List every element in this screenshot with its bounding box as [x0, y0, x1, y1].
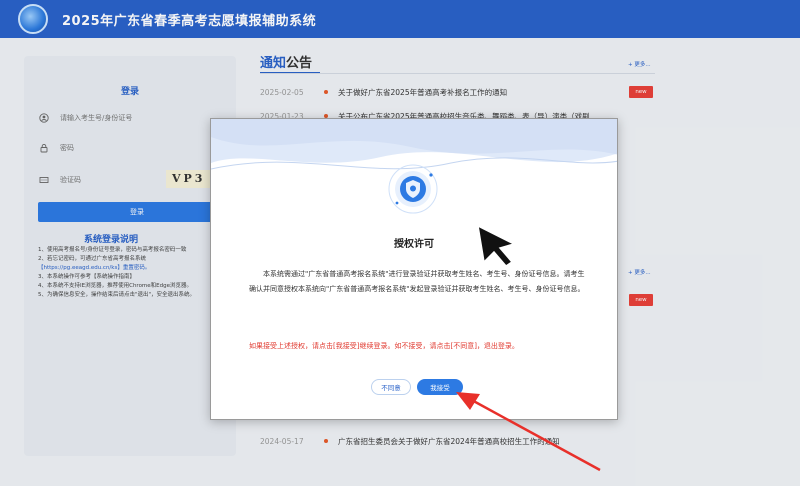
arrow-icon: [456, 392, 601, 472]
cursor-icon: [477, 224, 517, 267]
shield-icon: [388, 164, 438, 214]
dialog-warning: 如果接受上述授权，请点击[我接受]继续登录。如不接受，请点击[不同意]，退出登录…: [249, 342, 519, 350]
decline-button[interactable]: 不同意: [371, 379, 411, 395]
dialog-title: 授权许可: [394, 239, 434, 250]
authorization-dialog: 授权许可 本系统需通过"广东省普通高考报名系统"进行登录验证并获取考生姓名、考生…: [210, 118, 618, 420]
dialog-body: 本系统需通过"广东省普通高考报名系统"进行登录验证并获取考生姓名、考生号、身份证…: [249, 270, 585, 293]
